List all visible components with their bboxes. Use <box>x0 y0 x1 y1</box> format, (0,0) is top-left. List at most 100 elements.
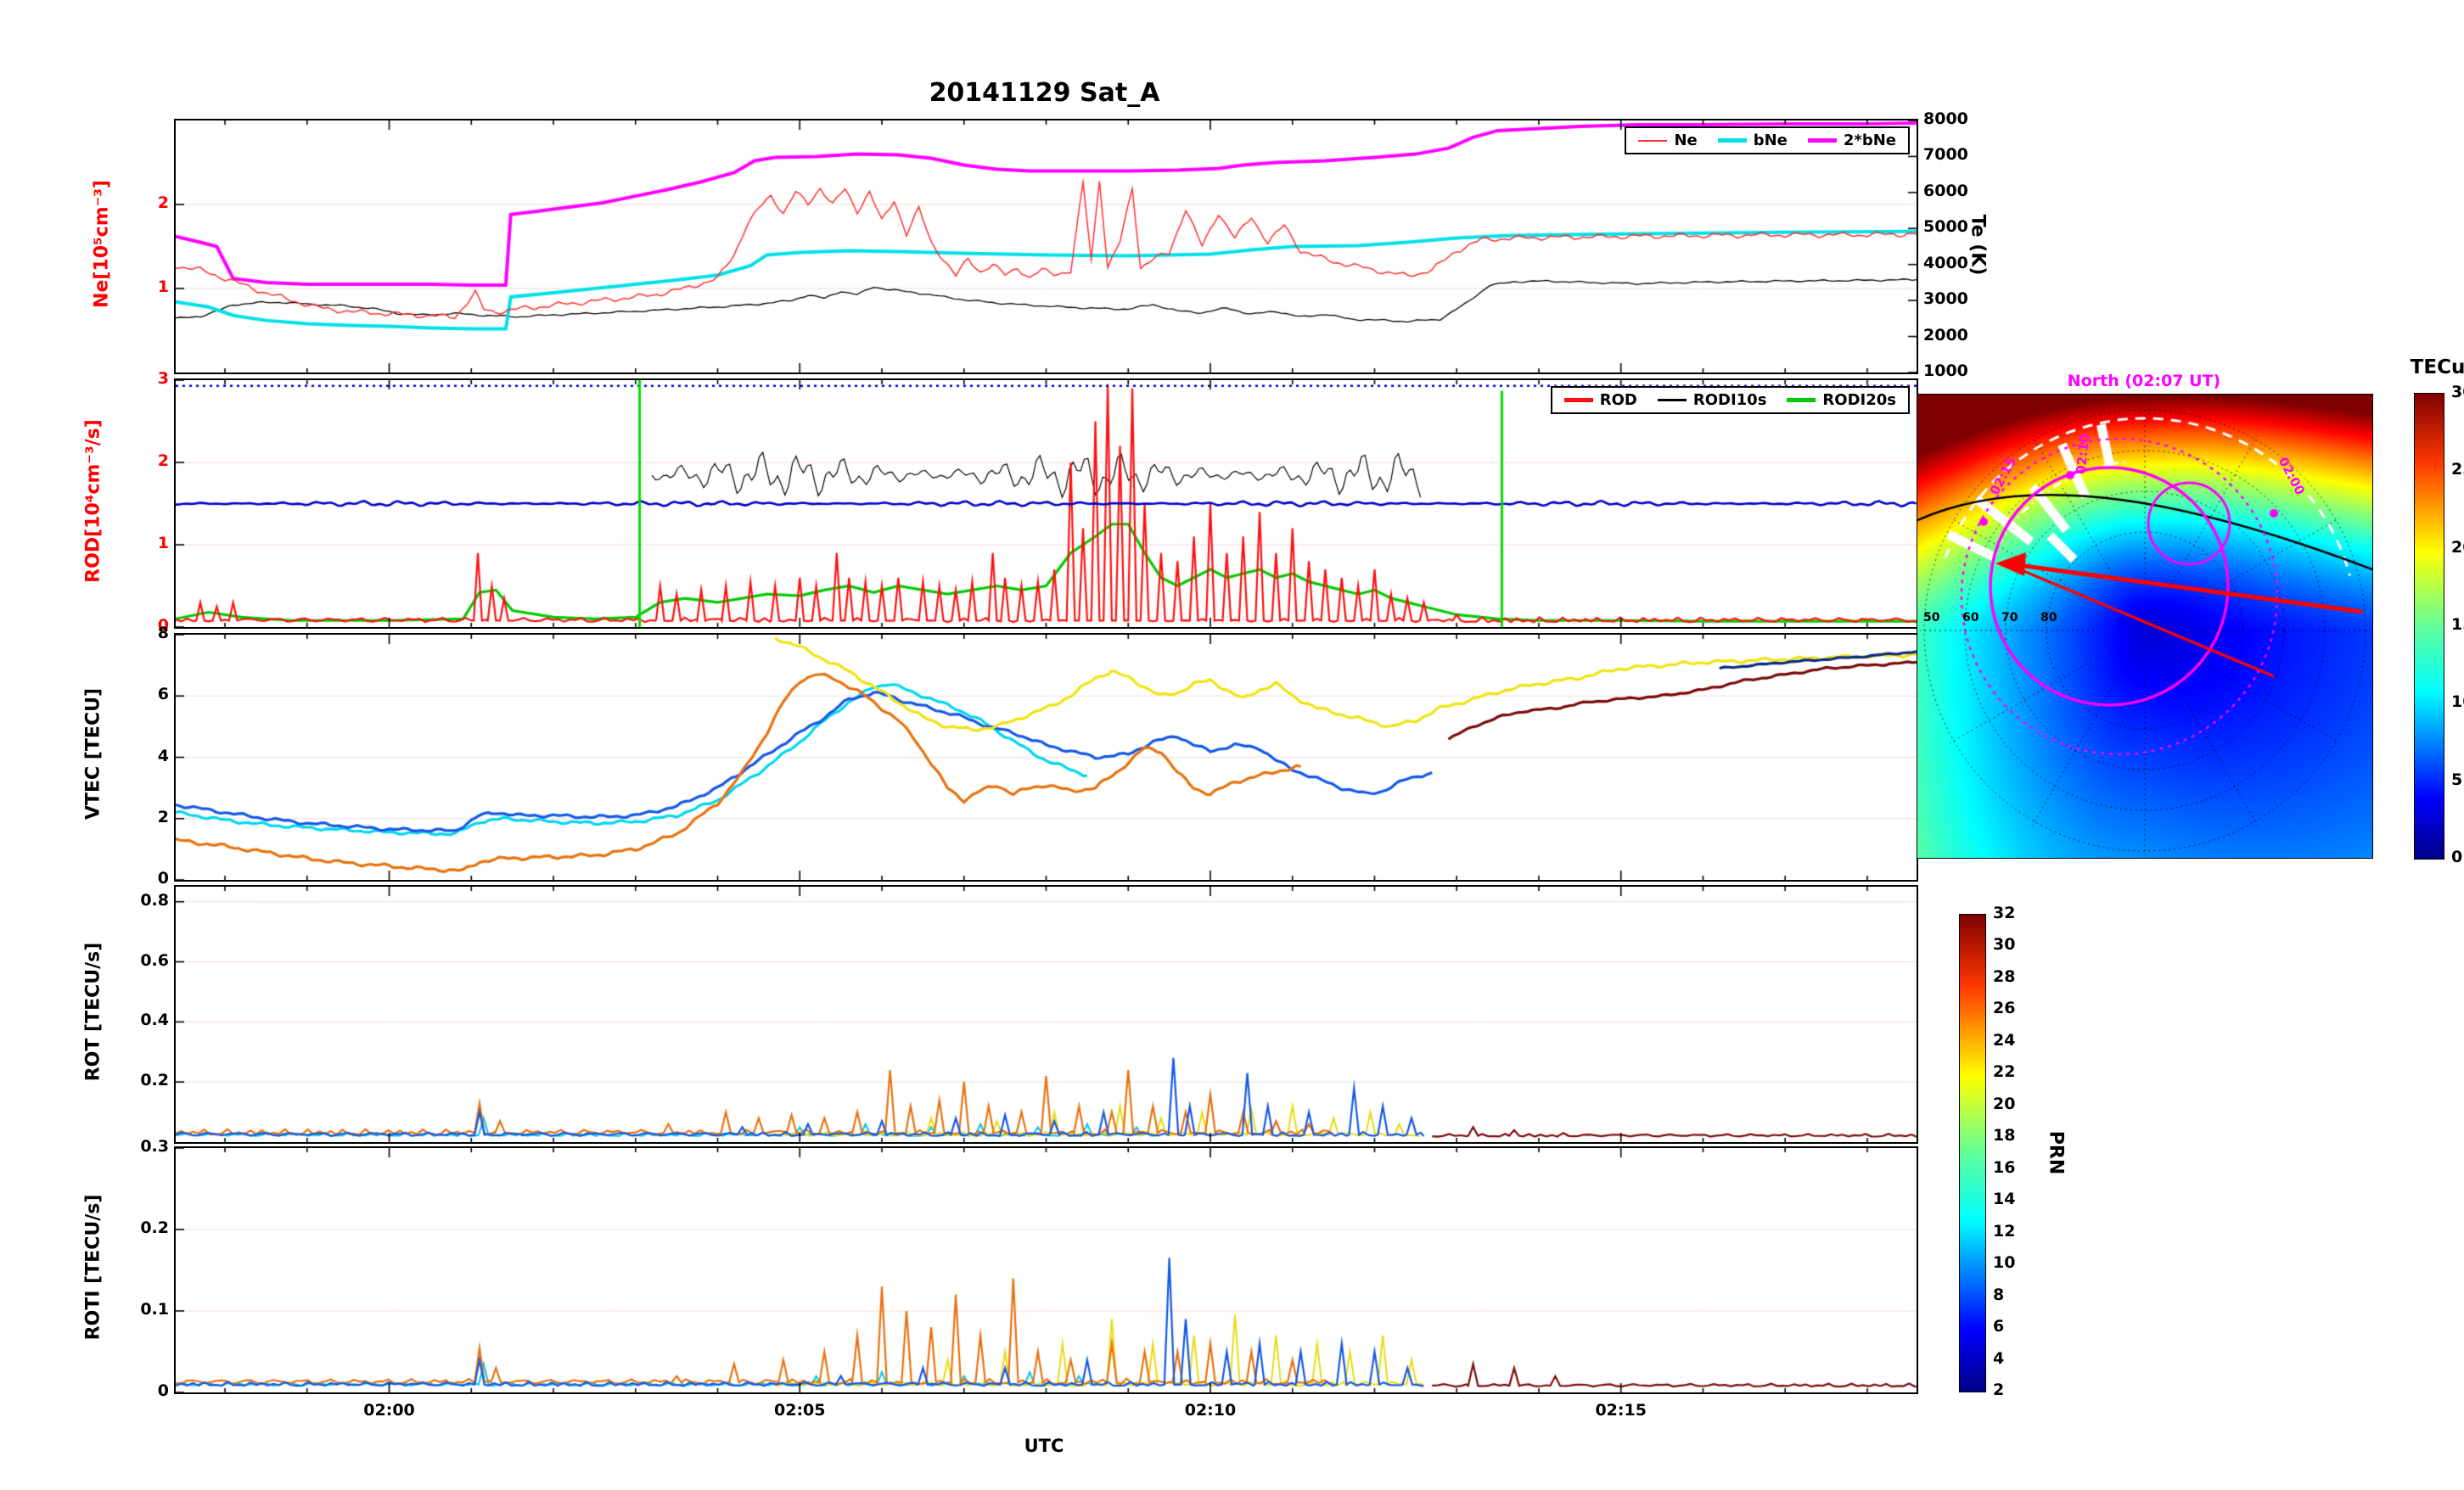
tick-label: 20 <box>2451 537 2464 557</box>
tick-label: 1 <box>157 534 169 552</box>
tick-label: 0.3 <box>140 1137 169 1156</box>
tick-label: 0.2 <box>140 1071 169 1090</box>
legend-item: RODI10s <box>1657 391 1767 409</box>
y-axis-label-rod: ROD[10⁴cm⁻³/s] <box>82 419 104 583</box>
tick-label: 15 <box>2451 615 2464 634</box>
figure: 20141129 Sat_A Ne[10⁵cm⁻³] ROD[10⁴cm⁻³/s… <box>0 0 2464 1490</box>
tick-label: 02:05 <box>774 1401 826 1420</box>
y-axis-label-rot: ROT [TECU/s] <box>82 942 104 1082</box>
legend-line-sample <box>1563 398 1593 402</box>
tick-label: 02:10 <box>1184 1401 1237 1420</box>
legend-item: Ne <box>1638 132 1698 149</box>
tick-label: 2 <box>157 193 169 212</box>
tick-label: 0.2 <box>140 1218 169 1237</box>
tick-label: 4000 <box>1923 253 1968 272</box>
rot-chart-canvas <box>176 887 1917 1142</box>
legend-item: RODI20s <box>1787 391 1896 409</box>
legend-line-sample <box>1657 399 1687 401</box>
legend-label: ROD <box>1599 391 1637 409</box>
panel-vtec: 0 2 4 6 8 <box>158 624 1918 888</box>
ne-te-chart-canvas <box>176 120 1917 372</box>
legend-label: Ne <box>1674 132 1698 149</box>
roti-chart-canvas <box>176 1148 1917 1392</box>
tick-label: 25 <box>2451 460 2464 479</box>
tick-label: 4 <box>1993 1348 2005 1368</box>
rod-chart-canvas <box>176 380 1917 627</box>
y-axis-label-vtec: VTEC [TECU] <box>82 687 104 821</box>
y-axis-label-roti: ROTI [TECU/s] <box>82 1194 104 1341</box>
x-axis-label: UTC <box>1024 1436 1064 1456</box>
tick-label: 0.6 <box>140 950 169 970</box>
prn-colorbar-label: PRN <box>2045 1130 2067 1175</box>
tick-label: 16 <box>1993 1157 2016 1177</box>
tick-label: 4 <box>157 746 169 765</box>
prn-colorbar: 32 30 28 26 24 22 20 18 16 14 12 10 8 6 4 2 <box>1959 904 2015 1399</box>
prn-colorbar-gradient <box>1959 914 1986 1392</box>
tick-label: 6 <box>1993 1317 2005 1336</box>
legend-line-sample <box>1807 138 1837 143</box>
tecu-colorbar-gradient <box>2414 393 2444 860</box>
polar-tec-map: North (02:07 UT) 02:15 02:10 02:00 50 60 70 80 <box>1917 372 2373 859</box>
tick-label: 0 <box>157 1381 169 1400</box>
tick-label: 02:15 <box>1595 1401 1647 1420</box>
tick-label: 30 <box>1993 935 2016 955</box>
legend-label: RODI20s <box>1822 391 1896 409</box>
tick-label: 30 <box>2451 383 2464 401</box>
tick-label: 2000 <box>1923 325 1968 344</box>
tick-label: 24 <box>1993 1030 2016 1050</box>
tick-label: 28 <box>1993 966 2016 986</box>
panel-roti: 0 0.1 0.2 0.3 02:00 02:05 02:10 02:15 <box>140 1137 1918 1420</box>
tick-label: 26 <box>1993 999 2016 1018</box>
vtec-chart-canvas <box>176 635 1917 880</box>
tick-label: 2 <box>1993 1381 2005 1399</box>
legend: ROD RODI10s RODI20s <box>1550 386 1910 414</box>
tick-label: 2 <box>157 807 169 826</box>
tick-label: 12 <box>1993 1221 2016 1241</box>
legend-item: 2*bNe <box>1807 132 1896 149</box>
tick-label: 10 <box>1993 1253 2016 1273</box>
legend-line-sample <box>1717 138 1747 143</box>
tick-label: 02:00 <box>363 1401 415 1420</box>
tecu-colorbar: 30 25 20 15 10 5 0 <box>2414 383 2464 866</box>
legend: Ne bNe 2*bNe <box>1625 126 1910 154</box>
map-latitude-label: 70 <box>2001 611 2018 625</box>
tick-label: 18 <box>1993 1126 2016 1146</box>
tick-label: 6 <box>157 685 169 704</box>
legend-label: bNe <box>1753 132 1788 149</box>
tick-label: 7000 <box>1923 145 1968 165</box>
map-latitude-label: 60 <box>1962 611 1979 625</box>
legend-line-sample <box>1638 139 1668 142</box>
tick-label: 6000 <box>1923 181 1968 200</box>
tick-label: 8000 <box>1923 109 1968 128</box>
tick-label: 8 <box>157 624 169 642</box>
polar-tec-map-canvas <box>1917 394 2373 859</box>
tick-label: 0 <box>157 869 169 888</box>
tick-label: 5000 <box>1923 217 1968 237</box>
legend-label: 2*bNe <box>1843 132 1896 149</box>
legend-line-sample <box>1787 398 1816 402</box>
tick-label: 1 <box>157 277 169 296</box>
tick-label: 3 <box>157 369 169 388</box>
legend-item: bNe <box>1717 132 1788 149</box>
map-latitude-label: 80 <box>2040 611 2057 625</box>
map-north-label: North (02:07 UT) <box>2067 372 2221 390</box>
tick-label: 0.4 <box>140 1011 169 1030</box>
panel-rot: 0.2 0.4 0.6 0.8 <box>140 885 1918 1144</box>
tick-label: 32 <box>1993 904 2016 922</box>
y-axis-label-ne: Ne[10⁵cm⁻³] <box>91 180 113 308</box>
panel-rod: 0 1 2 3 ROD RODI10s RODI20s <box>158 369 1918 635</box>
tick-label: 14 <box>1993 1190 2016 1209</box>
tick-label: 10 <box>2451 692 2464 712</box>
tick-label: 8 <box>1993 1285 2005 1304</box>
tecu-colorbar-title: TECu <box>2410 356 2464 378</box>
legend-label: RODI10s <box>1692 391 1767 409</box>
tick-label: 0.8 <box>140 890 169 910</box>
map-latitude-label: 50 <box>1923 611 1940 625</box>
tick-label: 0.1 <box>140 1300 169 1319</box>
tick-label: 2 <box>157 451 169 470</box>
tick-label: 20 <box>1993 1094 2016 1113</box>
figure-title: 20141129 Sat_A <box>929 78 1160 108</box>
panel-ne-te: 1 2 8000 7000 6000 5000 4000 3000 2000 1000 Ne bNe 2… <box>158 109 1968 380</box>
tick-label: 5 <box>2451 770 2463 789</box>
tick-label: 22 <box>1993 1062 2016 1082</box>
